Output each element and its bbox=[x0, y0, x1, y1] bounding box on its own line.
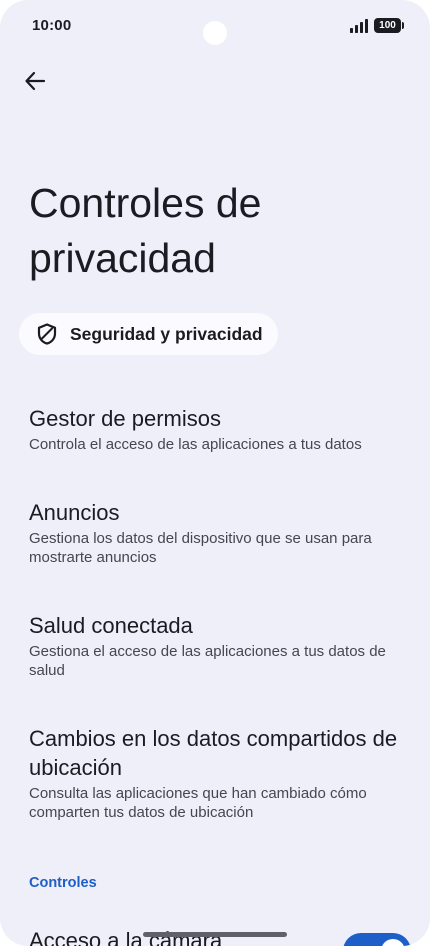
status-bar: 10:00 100 bbox=[0, 0, 430, 52]
page-title: Controles de privacidad bbox=[29, 180, 262, 281]
status-time: 10:00 bbox=[32, 17, 72, 34]
list-item-title: Gestor de permisos bbox=[29, 406, 221, 431]
list-item-connected-health[interactable]: Salud conectada Gestiona el acceso de la… bbox=[29, 611, 414, 680]
front-camera-cutout bbox=[203, 21, 227, 45]
screen: 10:00 100 Controles de privacidad Seguri… bbox=[0, 0, 430, 946]
toggle-knob bbox=[381, 939, 405, 946]
list-item-ads[interactable]: Anuncios Gestiona los datos del disposit… bbox=[29, 498, 414, 567]
home-indicator[interactable] bbox=[143, 932, 287, 937]
signal-icon bbox=[350, 19, 368, 33]
list-item-subtitle: Gestiona los datos del dispositivo que s… bbox=[29, 530, 372, 566]
list-item-subtitle: Gestiona el acceso de las aplicaciones a… bbox=[29, 643, 386, 679]
list-item-subtitle: Controla el acceso de las aplicaciones a… bbox=[29, 436, 362, 453]
section-header-controls: Controles bbox=[29, 875, 97, 891]
back-button[interactable] bbox=[18, 64, 52, 98]
chip-label: Seguridad y privacidad bbox=[70, 323, 263, 344]
battery-icon: 100 bbox=[374, 18, 404, 33]
list-item-subtitle: Consulta las aplicaciones que han cambia… bbox=[29, 785, 367, 821]
list-item-title: Salud conectada bbox=[29, 613, 193, 638]
arrow-left-icon bbox=[25, 71, 46, 91]
camera-access-toggle[interactable] bbox=[343, 933, 411, 946]
list-item-title: Cambios en los datos compartidos de ubic… bbox=[29, 726, 398, 780]
security-privacy-chip[interactable]: Seguridad y privacidad bbox=[19, 313, 278, 355]
list-item-location-sharing-changes[interactable]: Cambios en los datos compartidos de ubic… bbox=[29, 724, 414, 822]
list-item-title: Anuncios bbox=[29, 500, 120, 525]
list-item-permission-manager[interactable]: Gestor de permisos Controla el acceso de… bbox=[29, 404, 414, 454]
shield-icon bbox=[37, 323, 57, 345]
